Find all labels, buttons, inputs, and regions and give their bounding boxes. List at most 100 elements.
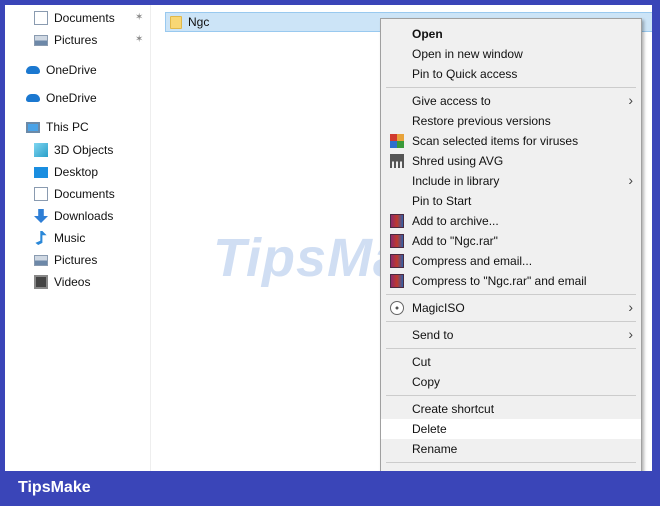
- file-explorer-window: Documents ✶ Pictures ✶ OneDrive OneDrive This …: [5, 5, 652, 471]
- sidebar-item-downloads[interactable]: Downloads: [34, 206, 113, 226]
- this-pc-icon: [26, 121, 40, 133]
- menu-item-properties[interactable]: Properties: [381, 466, 641, 471]
- sidebar-item-documents[interactable]: Documents: [34, 8, 115, 28]
- menu-item-copy[interactable]: Copy: [381, 372, 641, 392]
- menu-item-delete[interactable]: Delete: [381, 419, 641, 439]
- menu-item-restore-previous-versions[interactable]: Restore previous versions: [381, 111, 641, 131]
- sidebar-item-label: OneDrive: [46, 63, 97, 77]
- menu-item-label: Shred using AVG: [412, 154, 504, 168]
- menu-item-open[interactable]: Open: [381, 24, 641, 44]
- menu-separator: [381, 84, 641, 91]
- menu-item-open-in-new-window[interactable]: Open in new window: [381, 44, 641, 64]
- menu-separator: [381, 345, 641, 352]
- menu-item-cut[interactable]: Cut: [381, 352, 641, 372]
- pin-icon[interactable]: ✶: [135, 34, 143, 45]
- menu-separator: [381, 318, 641, 325]
- magiciso-icon: [390, 301, 404, 315]
- menu-item-label: Scan selected items for viruses: [412, 134, 579, 148]
- menu-item-add-to-ngc-rar[interactable]: Add to "Ngc.rar": [381, 231, 641, 251]
- navigation-pane: Documents ✶ Pictures ✶ OneDrive OneDrive This …: [5, 5, 151, 471]
- menu-item-label: Include in library: [412, 174, 500, 188]
- menu-item-scan-selected-items-for-viruses[interactable]: Scan selected items for viruses: [381, 131, 641, 151]
- winrar-icon: [390, 274, 404, 288]
- menu-separator: [381, 459, 641, 466]
- menu-item-label: Cut: [412, 355, 431, 369]
- sidebar-item-pictures[interactable]: Pictures: [34, 250, 97, 270]
- menu-item-shred-using-avg[interactable]: Shred using AVG: [381, 151, 641, 171]
- winrar-icon: [390, 254, 404, 268]
- music-icon: [35, 231, 47, 245]
- sidebar-item-label: Documents: [54, 11, 115, 25]
- onedrive-icon: [26, 94, 40, 102]
- avg-scan-icon: [390, 134, 404, 148]
- sidebar-item-videos[interactable]: Videos: [34, 272, 90, 292]
- winrar-icon: [390, 234, 404, 248]
- documents-icon: [34, 187, 48, 201]
- chevron-right-icon: ›: [628, 299, 633, 315]
- folder-name: Ngc: [188, 15, 210, 29]
- menu-separator: [381, 291, 641, 298]
- sidebar-item-this-pc[interactable]: This PC: [26, 117, 89, 137]
- menu-item-give-access-to[interactable]: Give access to ›: [381, 91, 641, 111]
- menu-item-label: Pin to Start: [412, 194, 472, 208]
- sidebar-item-3d-objects[interactable]: 3D Objects: [34, 140, 113, 160]
- menu-item-include-in-library[interactable]: Include in library ›: [381, 171, 641, 191]
- menu-item-compress-and-email[interactable]: Compress and email...: [381, 251, 641, 271]
- sidebar-item-label: Videos: [54, 275, 91, 289]
- pictures-icon: [34, 34, 48, 46]
- menu-item-label: Send to: [412, 328, 454, 342]
- sidebar-item-label: Music: [54, 231, 86, 245]
- sidebar-item-label: This PC: [46, 120, 89, 134]
- videos-icon: [34, 275, 48, 289]
- menu-item-pin-to-start[interactable]: Pin to Start: [381, 191, 641, 211]
- sidebar-item-desktop[interactable]: Desktop: [34, 162, 98, 182]
- sidebar-item-label: Documents: [54, 187, 115, 201]
- menu-item-compress-to-ngc-rar-and-email[interactable]: Compress to "Ngc.rar" and email: [381, 271, 641, 291]
- menu-item-label: Rename: [412, 442, 458, 456]
- menu-separator: [381, 392, 641, 399]
- menu-item-label: Delete: [412, 422, 447, 436]
- sidebar-item-music[interactable]: Music: [34, 228, 85, 248]
- desktop-icon: [34, 166, 48, 178]
- chevron-right-icon: ›: [628, 326, 633, 342]
- winrar-icon: [390, 214, 404, 228]
- downloads-icon: [34, 209, 48, 223]
- menu-item-magiciso[interactable]: MagicISO ›: [381, 298, 641, 318]
- pin-icon[interactable]: ✶: [135, 12, 143, 23]
- chevron-right-icon: ›: [628, 92, 633, 108]
- documents-icon: [34, 11, 48, 25]
- menu-item-label: Pin to Quick access: [412, 67, 518, 81]
- sidebar-item-label: Desktop: [54, 165, 99, 179]
- chevron-right-icon: ›: [628, 172, 633, 188]
- sidebar-item-label: Pictures: [54, 33, 98, 47]
- sidebar-item-onedrive[interactable]: OneDrive: [26, 88, 97, 108]
- 3d-objects-icon: [34, 143, 48, 157]
- folder-icon: [170, 15, 182, 29]
- sidebar-item-label: 3D Objects: [54, 143, 114, 157]
- context-menu: Open Open in new window Pin to Quick acces…: [380, 18, 642, 471]
- menu-item-label: Compress and email...: [412, 254, 533, 268]
- sidebar-item-documents[interactable]: Documents: [34, 184, 115, 204]
- menu-item-pin-to-quick-access[interactable]: Pin to Quick access: [381, 64, 641, 84]
- menu-item-label: Restore previous versions: [412, 114, 551, 128]
- menu-item-label: Give access to: [412, 94, 491, 108]
- sidebar-item-label: Pictures: [54, 253, 98, 267]
- menu-item-label: Open in new window: [412, 47, 523, 61]
- menu-item-label: Add to archive...: [412, 214, 499, 228]
- shredder-icon: [390, 154, 404, 168]
- menu-item-rename[interactable]: Rename: [381, 439, 641, 459]
- menu-item-label: Compress to "Ngc.rar" and email: [412, 274, 587, 288]
- sidebar-item-pictures[interactable]: Pictures: [34, 30, 97, 50]
- menu-item-add-to-archive[interactable]: Add to archive...: [381, 211, 641, 231]
- sidebar-item-onedrive[interactable]: OneDrive: [26, 60, 97, 80]
- menu-item-label: Copy: [412, 375, 441, 389]
- menu-item-create-shortcut[interactable]: Create shortcut: [381, 399, 641, 419]
- menu-item-send-to[interactable]: Send to ›: [381, 325, 641, 345]
- menu-item-label: Add to "Ngc.rar": [412, 234, 498, 248]
- onedrive-icon: [26, 66, 40, 74]
- menu-item-label: Create shortcut: [412, 402, 495, 416]
- sidebar-item-label: Downloads: [54, 209, 114, 223]
- menu-item-label: Open: [412, 27, 443, 41]
- menu-item-label: MagicISO: [412, 301, 465, 315]
- pictures-icon: [34, 254, 48, 266]
